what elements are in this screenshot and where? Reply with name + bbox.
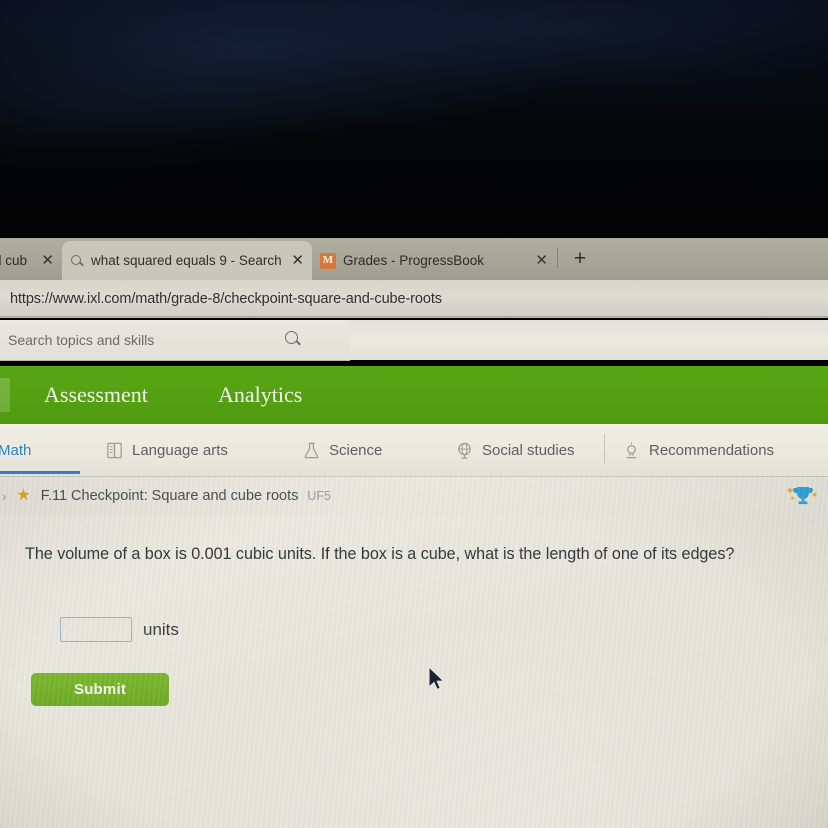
- subject-bar-divider: [604, 434, 605, 464]
- answer-row: units: [60, 617, 179, 642]
- progressbook-favicon: M: [320, 252, 336, 269]
- book-icon: [105, 441, 124, 460]
- search-input-placeholder: Search topics and skills: [8, 332, 155, 348]
- trophy-icon[interactable]: [786, 481, 820, 511]
- nav-item-analytics[interactable]: Analytics: [218, 382, 302, 408]
- subject-tab-recommendations-label: Recommendations: [649, 441, 775, 459]
- breadcrumb: › ★ F.11 Checkpoint: Square and cube roo…: [0, 477, 828, 515]
- answer-input[interactable]: [60, 617, 132, 642]
- browser-tab-2-close-icon[interactable]: ✕: [535, 253, 548, 268]
- subject-tab-math[interactable]: Math: [0, 437, 31, 463]
- ixl-search-row: Search topics and skills: [0, 320, 828, 361]
- browser-tab-0-title: d cub: [0, 253, 28, 268]
- browser-tab-1[interactable]: what squared equals 9 - Search ✕: [62, 241, 312, 280]
- question-panel: The volume of a box is 0.001 cubic units…: [0, 515, 828, 828]
- subject-tab-social-studies-label: Social studies: [482, 441, 575, 459]
- nav-item-assessment[interactable]: Assessment: [44, 382, 148, 408]
- question-text: The volume of a box is 0.001 cubic units…: [25, 545, 735, 563]
- skill-code-badge: UF5: [307, 489, 331, 503]
- subject-navigation-bar: Math Language arts Science Social studie…: [0, 424, 828, 477]
- mouse-cursor: [427, 665, 447, 694]
- units-label: units: [143, 619, 179, 639]
- browser-address-bar[interactable]: https://www.ixl.com/math/grade-8/checkpo…: [0, 280, 828, 318]
- star-icon[interactable]: ★: [16, 488, 30, 504]
- browser-tab-0-close-icon[interactable]: ✕: [41, 253, 54, 268]
- active-subject-underline: [0, 471, 80, 474]
- subject-tab-recommendations[interactable]: Recommendations: [622, 437, 774, 463]
- lightbulb-icon: [622, 441, 641, 460]
- nav-left-edge-stub: [0, 378, 10, 412]
- search-icon[interactable]: [285, 331, 302, 348]
- subject-tab-math-label: Math: [0, 441, 32, 459]
- browser-tab-2[interactable]: M Grades - ProgressBook ✕: [312, 241, 556, 280]
- browser-tab-1-title: what squared equals 9 - Search: [91, 253, 282, 268]
- browser-tab-strip: d cub ✕ what squared equals 9 - Search ✕…: [0, 238, 828, 280]
- ixl-green-navbar: Assessment Analytics: [0, 366, 828, 424]
- address-bar-url: https://www.ixl.com/math/grade-8/checkpo…: [10, 291, 442, 307]
- flask-icon: [302, 441, 321, 460]
- new-tab-button[interactable]: +: [568, 246, 592, 270]
- subject-tab-science[interactable]: Science: [302, 437, 382, 463]
- subject-tab-language-arts[interactable]: Language arts: [105, 437, 228, 463]
- subject-tab-social-studies[interactable]: Social studies: [455, 437, 575, 463]
- subject-tab-language-arts-label: Language arts: [132, 441, 228, 459]
- skill-title: F.11 Checkpoint: Square and cube roots: [40, 488, 299, 504]
- tab-divider: [557, 248, 558, 268]
- browser-window: d cub ✕ what squared equals 9 - Search ✕…: [0, 238, 828, 828]
- chevron-right-icon: ›: [2, 488, 7, 504]
- search-icon: [70, 254, 84, 268]
- submit-button[interactable]: Submit: [31, 673, 169, 706]
- globe-icon: [455, 441, 474, 460]
- browser-tab-2-title: Grades - ProgressBook: [343, 253, 485, 268]
- browser-tab-1-close-icon[interactable]: ✕: [291, 253, 304, 268]
- progressbook-favicon-letter: M: [322, 254, 334, 266]
- browser-tab-0[interactable]: d cub ✕: [0, 241, 62, 280]
- address-bar-divider: [0, 316, 828, 318]
- subject-tab-science-label: Science: [329, 441, 383, 459]
- dark-screen-background: [0, 0, 828, 238]
